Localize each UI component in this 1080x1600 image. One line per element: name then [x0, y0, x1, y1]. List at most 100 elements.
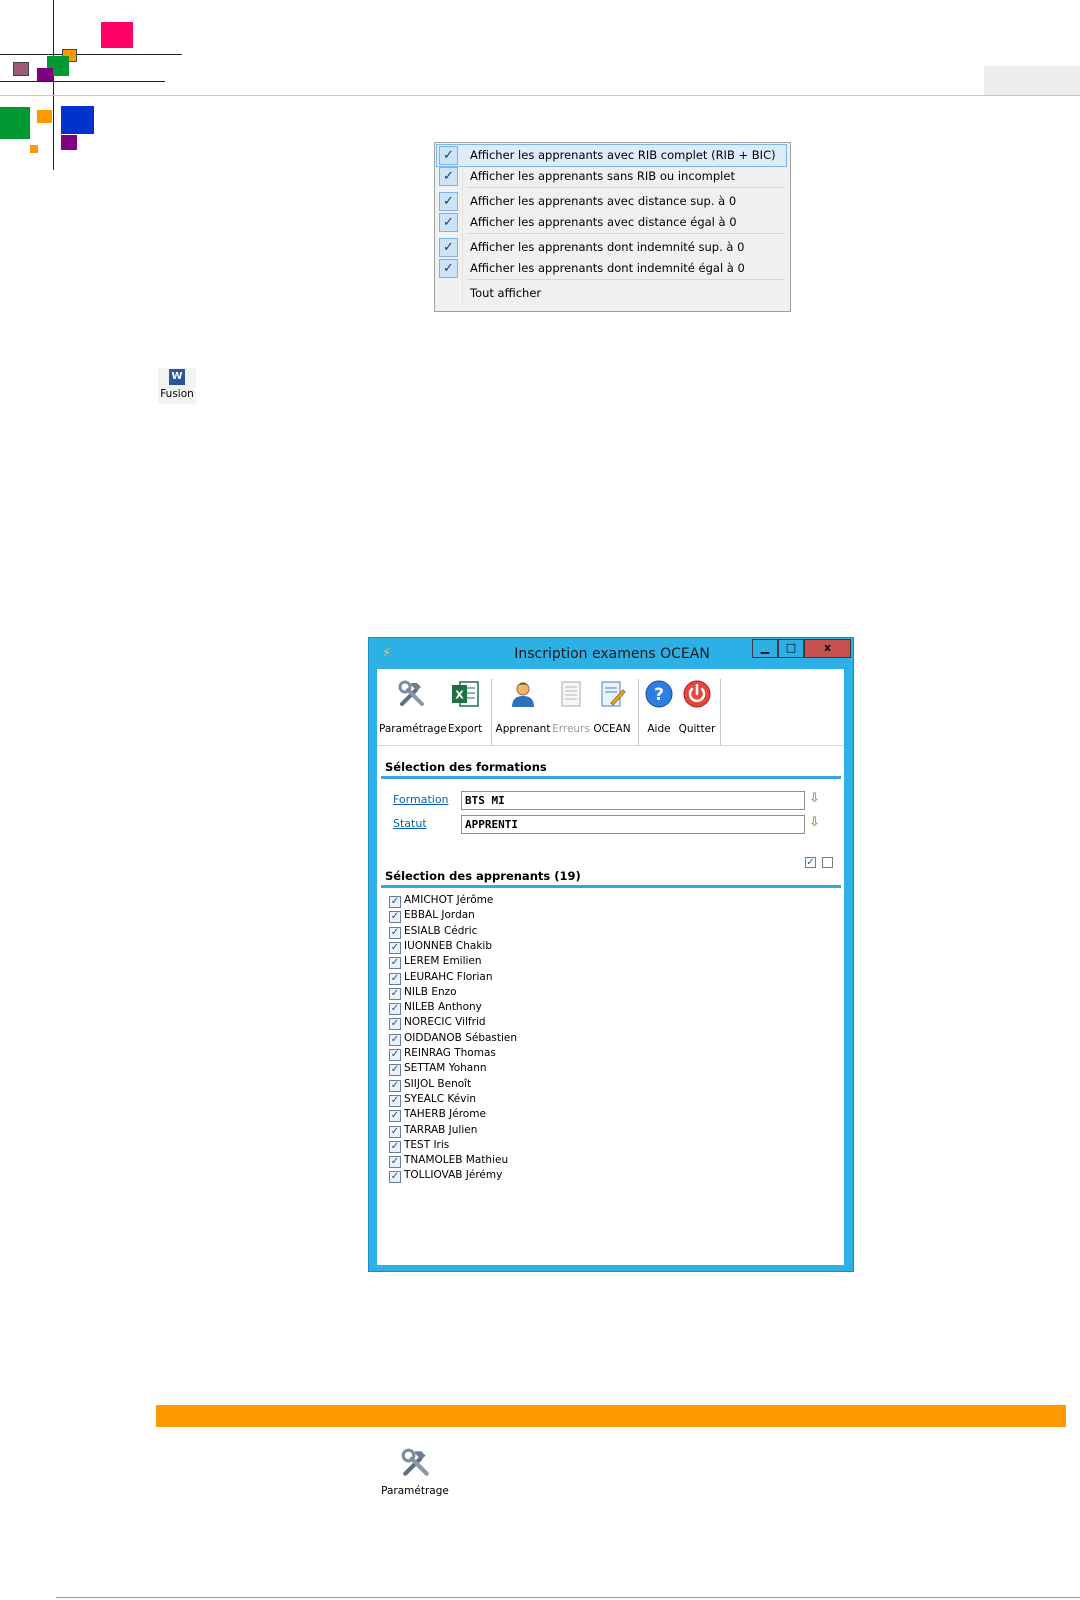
parametrage-label: Paramétrage: [379, 723, 447, 735]
ocean-window: ⚡ Inscription examens OCEAN ▁ □ x Paramé…: [368, 637, 854, 1272]
learner-checkbox[interactable]: ✓: [389, 926, 401, 939]
aide-button[interactable]: ? Aide: [641, 679, 677, 735]
svg-text:?: ?: [654, 685, 664, 705]
learner-name: NILB Enzo: [404, 985, 457, 998]
learner-name: NILEB Anthony: [404, 1001, 482, 1014]
parametrage-icon-button[interactable]: Paramétrage: [380, 1447, 450, 1499]
toolbar-bottom-border: [377, 745, 844, 746]
learner-name: LEREM Emilien: [404, 955, 482, 968]
maximize-button[interactable]: □: [778, 639, 804, 658]
statut-dropdown-arrow-icon[interactable]: ⇩: [809, 815, 820, 830]
apprenant-button[interactable]: Apprenant: [495, 679, 551, 735]
learner-name: SIIJOL Benoît: [404, 1077, 472, 1090]
context-menu-item[interactable]: ✓ Afficher les apprenants avec distance é…: [437, 212, 786, 233]
learner-name: SETTAM Yohann: [404, 1062, 487, 1075]
learner-checkbox[interactable]: ✓: [389, 972, 401, 985]
learner-checkbox[interactable]: ✓: [389, 957, 401, 970]
formations-section-rule: [381, 776, 841, 779]
toolbar: Paramétrage X Export Apprenant Erreurs O…: [377, 669, 844, 745]
context-menu-item-label: Afficher les apprenants avec distance ég…: [470, 215, 737, 229]
context-menu-item-label: Afficher les apprenants avec distance su…: [470, 194, 737, 208]
formation-field[interactable]: BTS MI: [461, 791, 805, 810]
fusion-button[interactable]: W Fusion: [158, 368, 196, 404]
learners-section-rule: [381, 885, 841, 888]
learner-checkbox[interactable]: ✓: [389, 1094, 401, 1107]
erreurs-label: Erreurs: [552, 723, 590, 735]
learner-checkbox[interactable]: ✓: [389, 1171, 401, 1184]
close-button[interactable]: x: [804, 639, 851, 658]
learner-name: IUONNEB Chakib: [404, 939, 493, 952]
logo-square-blue: [61, 106, 94, 134]
learner-checkbox[interactable]: ✓: [389, 1110, 401, 1123]
fusion-label: Fusion: [160, 388, 194, 400]
parametrage-button[interactable]: Paramétrage: [379, 679, 447, 735]
learner-checkbox[interactable]: ✓: [389, 911, 401, 924]
context-menu-item-label: Afficher les apprenants sans RIB ou inco…: [470, 169, 735, 183]
context-menu-item-label: Tout afficher: [470, 286, 542, 300]
learner-checkbox[interactable]: ✓: [389, 1064, 401, 1077]
logo-square-mauve: [13, 62, 29, 76]
learner-checkbox[interactable]: ✓: [389, 896, 401, 908]
learner-name: ESIALB Cédric: [404, 924, 478, 937]
context-menu-item-label: Afficher les apprenants dont indemnité é…: [470, 261, 745, 275]
statut-field[interactable]: APPRENTI: [461, 815, 805, 834]
formation-link[interactable]: Formation: [393, 793, 449, 806]
learner-checkbox[interactable]: ✓: [389, 1003, 401, 1016]
toolbar-separator-3: [720, 679, 721, 745]
orange-section-band: [156, 1405, 1066, 1427]
toolbar-separator-2: [638, 679, 639, 745]
learner-name: TAHERB Jérome: [404, 1108, 486, 1121]
context-menu-item[interactable]: Tout afficher: [437, 283, 786, 304]
checkmark-icon: ✓: [439, 213, 458, 232]
learners-section-title: Sélection des apprenants (19): [385, 869, 581, 883]
context-menu-item-label: Afficher les apprenants dont indemnité s…: [470, 240, 745, 254]
help-icon: ?: [645, 680, 673, 708]
context-menu-item[interactable]: ✓ Afficher les apprenants avec distance s…: [437, 191, 786, 212]
learner-name: TARRAB Julien: [404, 1123, 478, 1136]
document-icon: [561, 681, 581, 707]
learner-name: AMICHOT Jérôme: [404, 894, 494, 906]
formation-dropdown-arrow-icon[interactable]: ⇩: [809, 791, 820, 806]
statut-link[interactable]: Statut: [393, 817, 427, 830]
excel-icon: X: [452, 681, 479, 707]
learner-checkbox[interactable]: ✓: [389, 1140, 401, 1153]
learner-checkbox[interactable]: ✓: [389, 987, 401, 1000]
power-icon: [683, 680, 711, 708]
select-all-checkbox[interactable]: ✓: [805, 857, 816, 868]
learner-checkbox[interactable]: ✓: [389, 1033, 401, 1046]
minimize-button[interactable]: ▁: [752, 639, 778, 658]
context-menu-item[interactable]: ✓ Afficher les apprenants dont indemnité …: [437, 258, 786, 279]
erreurs-button[interactable]: Erreurs: [551, 679, 591, 735]
context-menu-item[interactable]: ✓ Afficher les apprenants dont indemnité …: [437, 237, 786, 258]
deselect-all-checkbox[interactable]: [822, 857, 833, 868]
export-button[interactable]: X Export: [445, 679, 485, 735]
window-client-area: Paramétrage X Export Apprenant Erreurs O…: [377, 669, 844, 1265]
checkmark-icon: ✓: [439, 238, 458, 257]
export-label: Export: [447, 723, 483, 735]
learner-checkbox[interactable]: ✓: [389, 1049, 401, 1061]
learner-checkbox[interactable]: ✓: [389, 1125, 401, 1138]
logo-horizontal-line-top: [0, 54, 182, 55]
apprenant-label: Apprenant: [495, 723, 551, 735]
learner-checkbox[interactable]: ✓: [389, 941, 401, 954]
learner-checkbox[interactable]: ✓: [389, 1079, 401, 1092]
learner-name: LEURAHC Florian: [404, 970, 493, 983]
parametrage-icon-label: Paramétrage: [381, 1485, 449, 1497]
ocean-button[interactable]: OCEAN: [591, 679, 633, 735]
form-icon: [601, 681, 626, 707]
learner-name: TNAMOLEB Mathieu: [404, 1154, 509, 1167]
logo-vertical-line: [53, 0, 54, 170]
checkmark-icon: ✓: [439, 167, 458, 186]
learner-name: OIDDANOB Sébastien: [404, 1031, 518, 1044]
context-menu-item[interactable]: ✓ Afficher les apprenants avec RIB comple…: [436, 144, 787, 167]
learner-name: REINRAG Thomas: [404, 1047, 496, 1059]
learner-name: SYEALC Kévin: [404, 1092, 477, 1105]
logo-square-purple-bottom: [61, 135, 77, 150]
context-menu-item[interactable]: ✓ Afficher les apprenants sans RIB ou inc…: [437, 166, 786, 187]
quitter-label: Quitter: [678, 723, 716, 735]
learner-checkbox[interactable]: ✓: [389, 1018, 401, 1031]
quitter-button[interactable]: Quitter: [677, 679, 717, 735]
learner-name: EBBAL Jordan: [404, 909, 475, 922]
word-icon: W: [169, 369, 185, 385]
learner-checkbox[interactable]: ✓: [389, 1156, 401, 1169]
